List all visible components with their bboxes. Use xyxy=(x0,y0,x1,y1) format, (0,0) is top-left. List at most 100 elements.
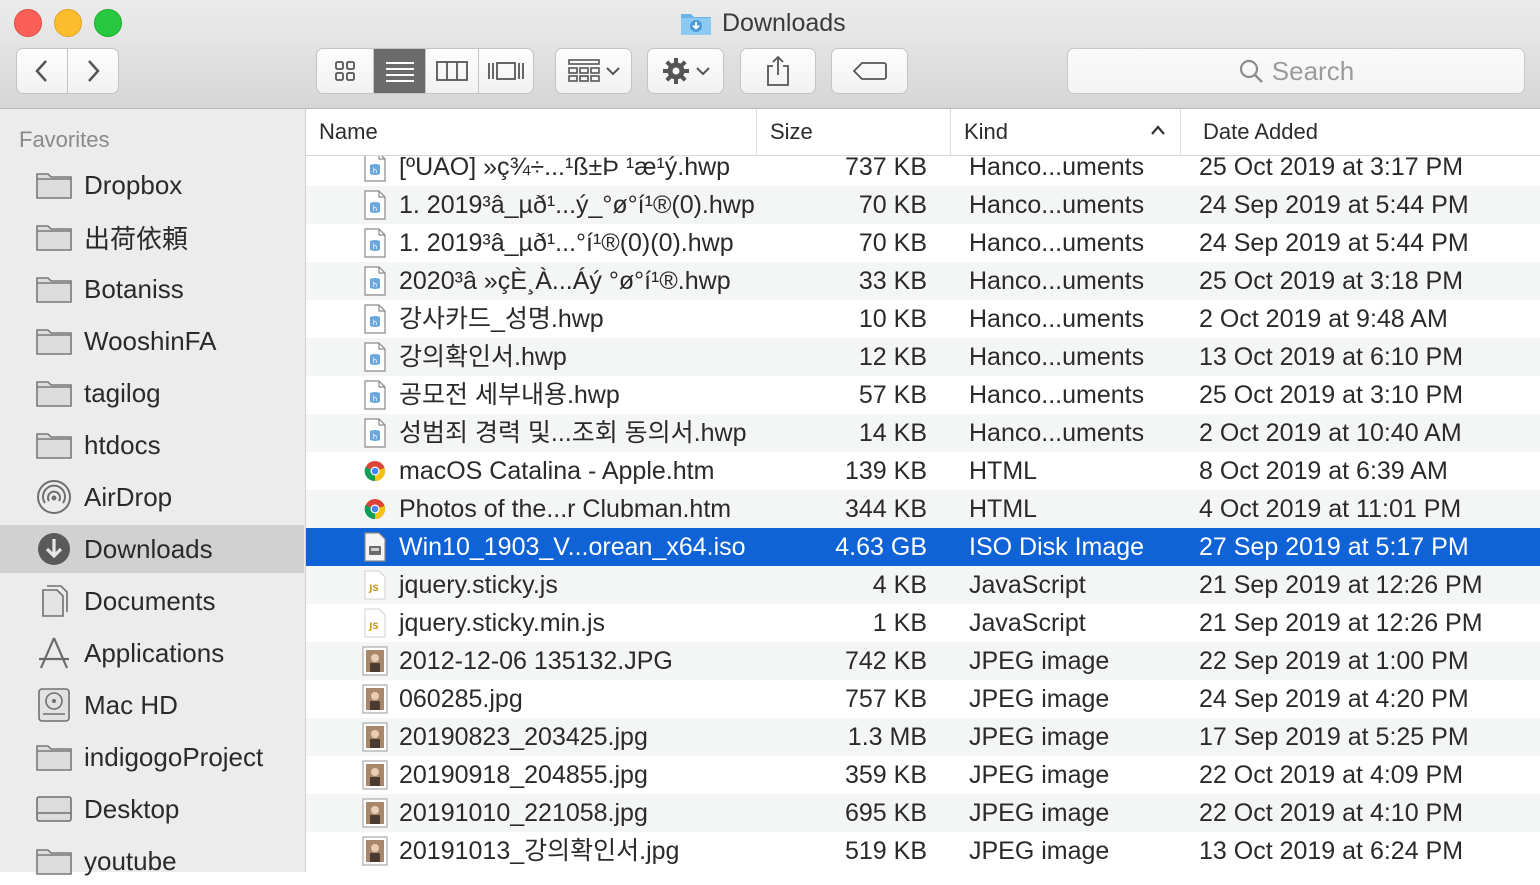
tag-icon xyxy=(852,62,887,80)
applications-icon xyxy=(34,636,74,670)
list-view-icon xyxy=(385,62,414,82)
file-row[interactable]: 20191010_221058.jpg 695 KB JPEG image 22 Oc… xyxy=(306,794,1540,832)
chevron-down-icon xyxy=(605,67,620,76)
file-name: 20191010_221058.jpg xyxy=(399,799,648,827)
svg-text:h: h xyxy=(373,433,377,441)
column-header-bar: Name Size Kind Date Added xyxy=(306,109,1540,156)
file-name: jquery.sticky.js xyxy=(399,571,558,599)
zoom-window-button[interactable] xyxy=(94,9,122,37)
sidebar-item-label: Downloads xyxy=(84,533,213,564)
close-window-button[interactable] xyxy=(14,9,42,37)
sidebar-item-0[interactable]: Dropbox xyxy=(0,161,304,209)
sidebar: Favorites Dropbox 出荷依頼 Botaniss WooshinFA ta… xyxy=(0,109,306,876)
file-size: 10 KB xyxy=(858,305,927,333)
file-row[interactable]: 2012-12-06 135132.JPG 742 KB JPEG image 22 … xyxy=(306,642,1540,680)
file-row[interactable]: Win10_1903_V...orean_x64.iso 4.63 GB ISO D… xyxy=(306,528,1540,566)
file-row[interactable]: h 1. 2019³â_µð¹...ý_°ø°í¹®(0).hwp 70 KB Han… xyxy=(306,186,1540,224)
jpeg-thumbnail-icon xyxy=(360,794,390,832)
search-field[interactable]: Search xyxy=(1067,48,1525,94)
column-header-kind[interactable]: Kind xyxy=(950,109,1180,155)
sidebar-item-12[interactable]: Desktop xyxy=(0,785,304,833)
icon-view-button[interactable] xyxy=(317,49,375,93)
file-row[interactable]: 060285.jpg 757 KB JPEG image 24 Sep 2019 at… xyxy=(306,680,1540,718)
column-view-button[interactable] xyxy=(426,49,479,93)
file-row[interactable]: h 2020³â »çÈ¸À...Áý °ø°í¹®.hwp 33 KB Hanco.… xyxy=(306,262,1540,300)
column-header-name-label: Name xyxy=(319,119,378,144)
file-row[interactable]: h 성범죄 경력 및...조회 동의서.hwp 14 KB Hanco...ument… xyxy=(306,414,1540,452)
file-size: 1 KB xyxy=(872,609,927,637)
file-row[interactable]: JS jquery.sticky.js 4 KB JavaScript 21 Sep 2… xyxy=(306,566,1540,604)
file-row[interactable]: h 강의확인서.hwp 12 KB Hanco...uments 13 Oct 2019… xyxy=(306,338,1540,376)
gear-icon xyxy=(662,58,689,84)
file-row[interactable]: macOS Catalina - Apple.htm 139 KB HTML 8 Oc… xyxy=(306,452,1540,490)
svg-text:JS: JS xyxy=(368,622,379,632)
disk-image-icon xyxy=(360,528,390,566)
file-row[interactable]: h 공모전 세부내용.hwp 57 KB Hanco...uments 25 Oct 2… xyxy=(306,376,1540,414)
folder-icon xyxy=(34,168,74,202)
file-date-added: 21 Sep 2019 at 12:26 PM xyxy=(1199,609,1483,637)
column-header-size[interactable]: Size xyxy=(756,109,950,155)
gallery-view-button[interactable] xyxy=(479,49,533,93)
folder-icon xyxy=(34,376,74,410)
minimize-window-button[interactable] xyxy=(54,9,82,37)
group-by-button[interactable] xyxy=(555,48,632,94)
chevron-left-icon xyxy=(35,60,47,82)
file-rows: h [ºÙÀÓ] »ç¾÷...¹ß±Þ ¹æ¹ý.hwp 737 KB Hanco.… xyxy=(306,148,1540,870)
sidebar-item-label: Dropbox xyxy=(84,169,183,200)
column-header-date-added[interactable]: Date Added xyxy=(1180,109,1540,155)
sidebar-item-3[interactable]: WooshinFA xyxy=(0,317,304,365)
file-row[interactable]: Photos of the...r Clubman.htm 344 KB HTML 4… xyxy=(306,490,1540,528)
sidebar-item-13[interactable]: youtube xyxy=(0,837,304,885)
sidebar-item-5[interactable]: htdocs xyxy=(0,421,304,469)
file-kind: Hanco...uments xyxy=(969,419,1145,447)
file-date-added: 2 Oct 2019 at 10:40 AM xyxy=(1199,419,1462,447)
file-kind: Hanco...uments xyxy=(969,343,1145,371)
sidebar-item-10[interactable]: Mac HD xyxy=(0,681,304,729)
svg-text:h: h xyxy=(373,243,377,251)
sidebar-item-4[interactable]: tagilog xyxy=(0,369,304,417)
folder-icon xyxy=(34,428,74,462)
group-grid-icon xyxy=(567,59,600,82)
tags-button[interactable] xyxy=(831,48,908,94)
hwp-document-icon: h xyxy=(360,338,390,376)
sidebar-item-9[interactable]: Applications xyxy=(0,629,304,677)
file-date-added: 21 Sep 2019 at 12:26 PM xyxy=(1199,571,1483,599)
view-mode-control xyxy=(316,48,534,94)
column-header-name[interactable]: Name xyxy=(306,109,756,155)
file-size: 57 KB xyxy=(858,381,927,409)
action-menu-button[interactable] xyxy=(647,48,724,94)
list-view-button[interactable] xyxy=(374,49,427,93)
file-kind: JPEG image xyxy=(969,761,1110,789)
sidebar-item-7[interactable]: Downloads xyxy=(0,525,304,573)
file-row[interactable]: 20191013_강의확인서.jpg 519 KB JPEG image 13 Oct… xyxy=(306,832,1540,870)
sidebar-item-2[interactable]: Botaniss xyxy=(0,265,304,313)
javascript-file-icon: JS xyxy=(360,604,390,642)
file-size: 359 KB xyxy=(844,761,927,789)
file-list: Name Size Kind Date Added h [ºÙÀÓ] »ç¾÷..… xyxy=(306,109,1540,872)
file-kind: HTML xyxy=(969,457,1038,485)
file-row[interactable]: h 강사카드_성명.hwp 10 KB Hanco...uments 2 Oct 201… xyxy=(306,300,1540,338)
file-size: 742 KB xyxy=(844,647,927,675)
forward-button[interactable] xyxy=(68,49,118,93)
search-icon xyxy=(1239,59,1263,83)
file-size: 33 KB xyxy=(858,267,927,295)
back-button[interactable] xyxy=(17,49,68,93)
file-name: macOS Catalina - Apple.htm xyxy=(399,457,715,485)
file-row[interactable]: JS jquery.sticky.min.js 1 KB JavaScript 21 S… xyxy=(306,604,1540,642)
file-date-added: 22 Sep 2019 at 1:00 PM xyxy=(1199,647,1469,675)
share-button[interactable] xyxy=(740,48,816,94)
chevron-right-icon xyxy=(88,60,100,82)
file-kind: JPEG image xyxy=(969,685,1110,713)
file-date-added: 25 Oct 2019 at 3:18 PM xyxy=(1199,267,1464,295)
file-date-added: 22 Oct 2019 at 4:09 PM xyxy=(1199,761,1464,789)
sidebar-item-1[interactable]: 出荷依頼 xyxy=(0,213,304,261)
sidebar-item-8[interactable]: Documents xyxy=(0,577,304,625)
file-row[interactable]: h 1. 2019³â_µð¹...°í¹®(0)(0).hwp 70 KB Hanc… xyxy=(306,224,1540,262)
sidebar-item-11[interactable]: indigogoProject xyxy=(0,733,304,781)
folder-icon xyxy=(34,844,74,878)
file-row[interactable]: 20190918_204855.jpg 359 KB JPEG image 22 Oc… xyxy=(306,756,1540,794)
sidebar-item-6[interactable]: AirDrop xyxy=(0,473,304,521)
navigation-buttons xyxy=(16,48,119,94)
file-row[interactable]: 20190823_203425.jpg 1.3 MB JPEG image 17 Se… xyxy=(306,718,1540,756)
file-date-added: 24 Sep 2019 at 5:44 PM xyxy=(1199,229,1469,257)
